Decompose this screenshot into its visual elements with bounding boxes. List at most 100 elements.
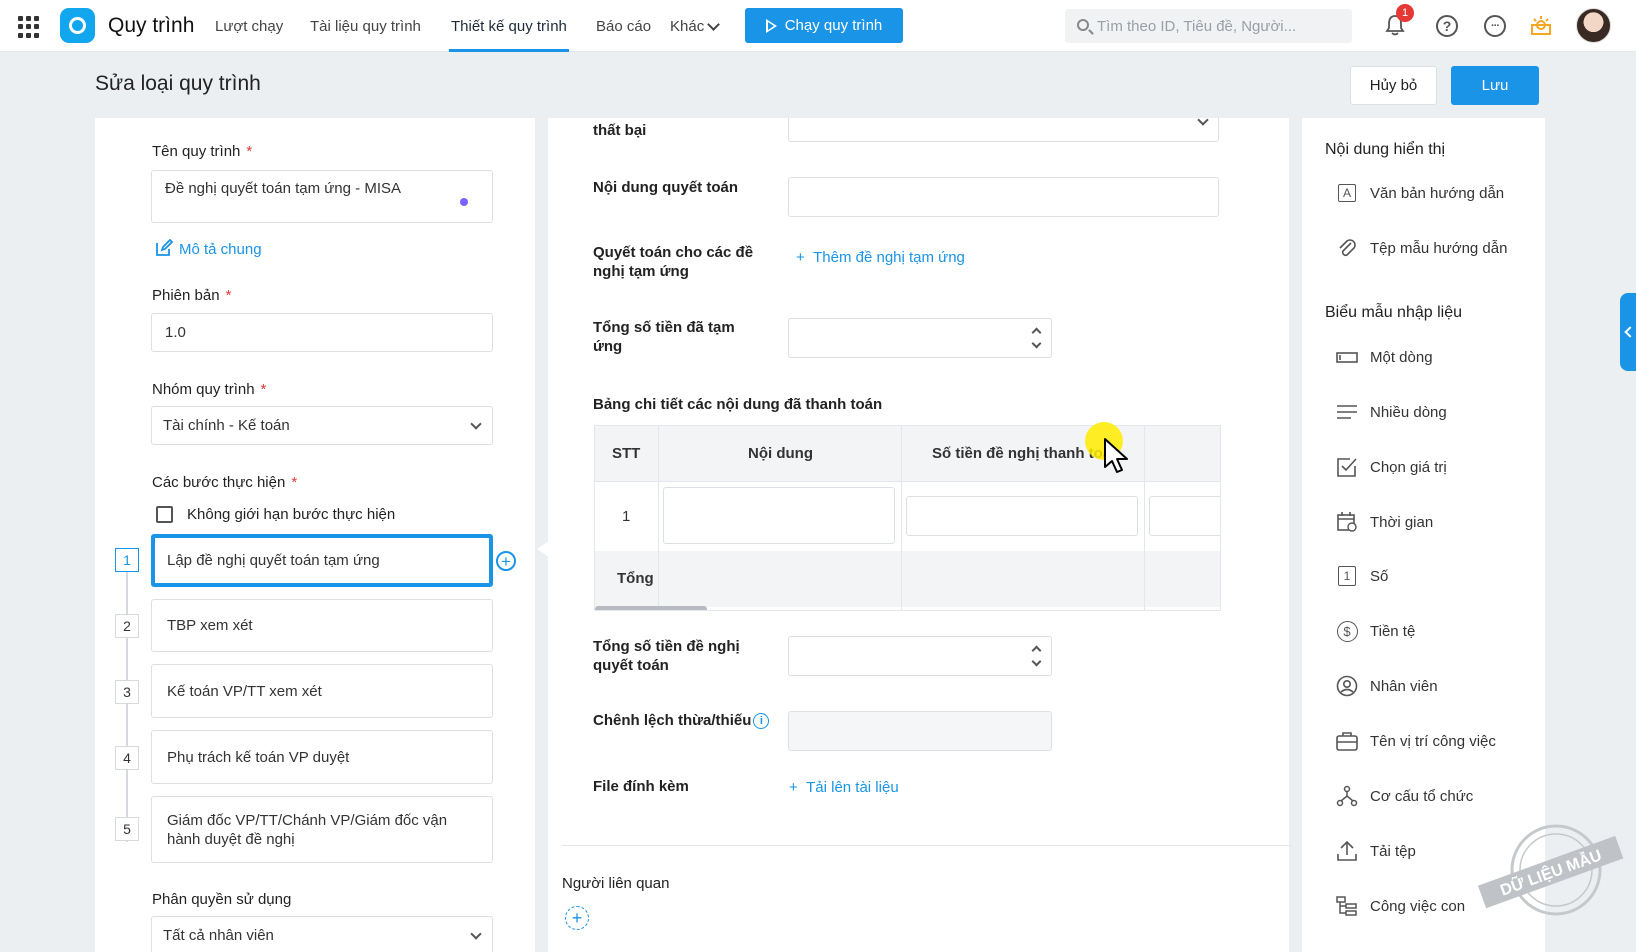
sample-data-watermark: DỮ LIỆU MẪU xyxy=(1477,824,1624,916)
table-footer xyxy=(595,551,1220,607)
step-item[interactable]: Giám đốc VP/TT/Chánh VP/Giám đốc vận hàn… xyxy=(151,796,493,863)
palette-item-number[interactable]: 1 Số xyxy=(1336,563,1388,589)
run-process-button[interactable]: Chạy quy trình xyxy=(745,8,903,43)
upload-icon xyxy=(1337,840,1357,861)
palette-item-label: Thời gian xyxy=(1370,513,1434,531)
palette-item-label: Tải tệp xyxy=(1370,842,1416,860)
general-description-link[interactable]: Mô tả chung xyxy=(179,241,262,258)
step-label: TBP xem xét xyxy=(167,617,253,634)
settlement-content-input[interactable] xyxy=(788,177,1219,217)
total-row-label: Tổng xyxy=(617,570,654,587)
row-number: 1 xyxy=(622,508,631,525)
top-navigation-bar: Quy trình Lượt chạy Tài liệu quy trình T… xyxy=(0,0,1636,52)
active-tab-indicator xyxy=(449,49,569,52)
palette-item-employee[interactable]: Nhân viên xyxy=(1336,673,1438,699)
step-label: Kế toán VP/TT xem xét xyxy=(167,682,322,700)
difference-input xyxy=(788,711,1052,751)
step-item-active[interactable]: Lập đề nghị quyết toán tạm ứng xyxy=(151,534,493,587)
total-advanced-label: Tổng số tiền đã tạm ứng xyxy=(593,319,735,355)
nav-more[interactable]: Khác xyxy=(670,18,704,35)
partial-select[interactable] xyxy=(788,118,1219,142)
palette-item-choice[interactable]: Chọn giá trị xyxy=(1336,454,1447,480)
palette-item-datetime[interactable]: Thời gian xyxy=(1336,509,1433,535)
org-chart-icon xyxy=(1336,785,1358,807)
calendar-icon xyxy=(1337,512,1357,532)
mouse-cursor-icon xyxy=(1104,438,1128,473)
multi-line-icon xyxy=(1337,405,1357,419)
unlimited-steps-checkbox[interactable] xyxy=(156,506,173,523)
employee-icon xyxy=(1336,675,1358,697)
step-item[interactable]: Kế toán VP/TT xem xét xyxy=(151,664,493,718)
status-dot xyxy=(460,198,468,206)
settlement-content-label: Nội dung quyết toán xyxy=(593,179,738,196)
palette-item-currency[interactable]: $ Tiền tệ xyxy=(1336,618,1415,644)
cancel-button[interactable]: Hủy bỏ xyxy=(1350,66,1437,105)
content-cell-input[interactable] xyxy=(663,487,895,544)
app-launcher-icon[interactable] xyxy=(18,16,40,38)
add-related-person-button[interactable]: + xyxy=(565,906,589,930)
palette-item-subtask[interactable]: Công việc con xyxy=(1336,893,1465,919)
palette-item-guide-file[interactable]: Tệp mẫu hướng dẫn xyxy=(1336,235,1507,261)
help-icon[interactable]: ? xyxy=(1436,15,1458,37)
add-advance-request-link[interactable]: + Thêm đề nghị tạm ứng xyxy=(796,249,965,266)
palette-item-org-structure[interactable]: Cơ cấu tổ chức xyxy=(1336,783,1473,809)
palette-item-label: Tệp mẫu hướng dẫn xyxy=(1370,239,1508,257)
palette-item-guide-text[interactable]: A Văn bản hướng dẫn xyxy=(1336,180,1504,206)
palette-item-label: Nhân viên xyxy=(1370,677,1438,695)
permission-value: Tất cả nhân viên xyxy=(163,927,274,944)
difference-label: Chênh lệch thừa/thiếu i xyxy=(593,711,770,730)
palette-item-single-line[interactable]: Một dòng xyxy=(1336,344,1433,370)
checkbox-icon xyxy=(1337,458,1357,477)
edit-icon[interactable] xyxy=(155,239,173,257)
display-content-section-title: Nội dung hiển thị xyxy=(1325,141,1446,158)
process-group-select[interactable]: Tài chính - Kế toán xyxy=(151,406,493,445)
palette-item-label: Chọn giá trị xyxy=(1370,458,1447,476)
app-title[interactable]: Quy trình xyxy=(108,14,194,38)
currency-icon: $ xyxy=(1336,620,1358,642)
nav-reports[interactable]: Báo cáo xyxy=(596,18,651,35)
palette-item-label: Văn bản hướng dẫn xyxy=(1370,184,1505,202)
process-name-field[interactable]: Đề nghị quyết toán tạm ứng - MISA xyxy=(151,170,493,223)
play-icon xyxy=(765,18,777,33)
nav-runs[interactable]: Lượt chạy xyxy=(215,18,283,35)
info-icon[interactable]: i xyxy=(753,713,770,730)
permission-label: Phân quyền sử dụng xyxy=(152,891,292,908)
total-request-input[interactable] xyxy=(788,636,1052,676)
extra-cell-input[interactable] xyxy=(1149,496,1220,536)
briefcase-icon xyxy=(1336,732,1358,751)
steps-connector-line xyxy=(126,572,128,842)
version-field[interactable]: 1.0 xyxy=(151,313,493,352)
step-label: Phụ trách kế toán VP duyệt xyxy=(167,748,350,766)
nav-process-design[interactable]: Thiết kế quy trình xyxy=(451,18,567,35)
version-value: 1.0 xyxy=(165,324,186,341)
upload-document-link[interactable]: + Tải lên tài liệu xyxy=(789,779,899,796)
step-number: 2 xyxy=(115,614,139,638)
avatar[interactable] xyxy=(1576,8,1611,43)
step-item[interactable]: TBP xem xét xyxy=(151,599,493,652)
step-item[interactable]: Phụ trách kế toán VP duyệt xyxy=(151,730,493,784)
palette-item-job-title[interactable]: Tên vị trí công việc xyxy=(1336,728,1496,754)
partial-field-label: thất bại xyxy=(593,122,647,139)
palette-item-label: Số xyxy=(1370,567,1389,585)
add-step-button[interactable]: + xyxy=(496,551,516,571)
total-request-label: Tổng số tiền đề nghị quyết toán xyxy=(593,638,740,674)
permission-select[interactable]: Tất cả nhân viên xyxy=(151,916,493,952)
related-people-label: Người liên quan xyxy=(562,875,670,892)
column-divider xyxy=(658,426,659,610)
palette-item-label: Tiền tệ xyxy=(1370,622,1416,640)
text-a-icon: A xyxy=(1336,182,1358,204)
chat-more-icon[interactable]: ··· xyxy=(1484,15,1506,37)
total-advanced-input[interactable] xyxy=(788,318,1052,358)
palette-item-upload-file[interactable]: Tải tệp xyxy=(1336,838,1416,864)
amount-cell-input[interactable] xyxy=(906,496,1138,536)
table-horizontal-scrollbar[interactable] xyxy=(595,606,707,610)
nav-process-documents[interactable]: Tài liệu quy trình xyxy=(310,18,421,35)
collapse-panel-tab[interactable] xyxy=(1620,293,1636,371)
steps-label: Các bước thực hiện * xyxy=(152,474,298,491)
palette-item-multi-line[interactable]: Nhiều dòng xyxy=(1336,399,1447,425)
save-button[interactable]: Lưu xyxy=(1451,66,1539,105)
idea-icon[interactable] xyxy=(1529,13,1553,37)
app-logo[interactable] xyxy=(60,8,95,43)
active-step-pointer xyxy=(537,541,549,557)
search-input[interactable] xyxy=(1097,9,1347,43)
